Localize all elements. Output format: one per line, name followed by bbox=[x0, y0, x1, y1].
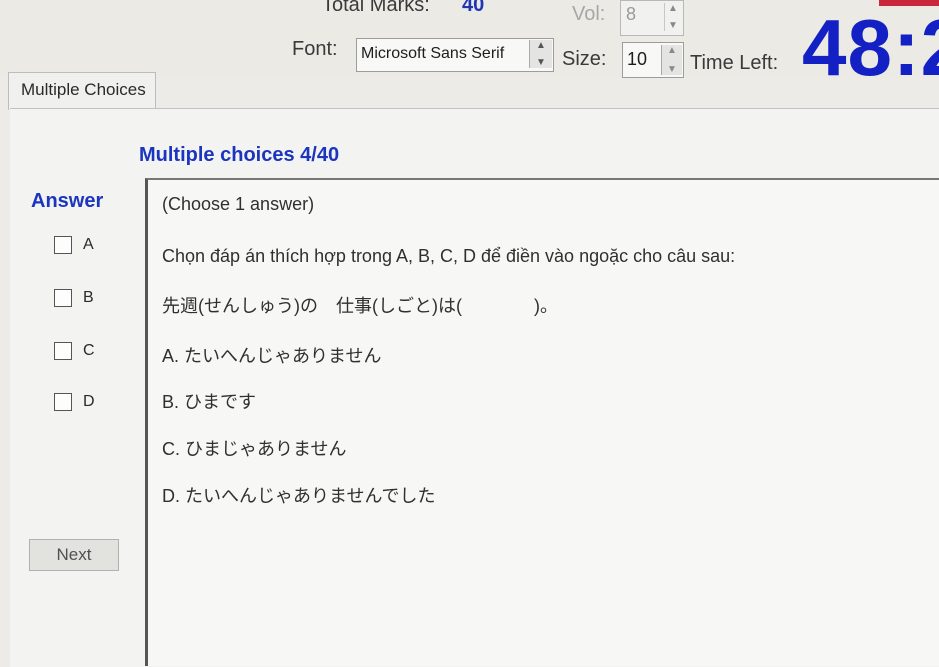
checkbox[interactable] bbox=[54, 342, 72, 360]
answer-option-a[interactable]: A bbox=[54, 235, 94, 255]
chevron-up-icon[interactable]: ▲ bbox=[667, 45, 677, 56]
question-sentence: 先週(せんしゅう)の 仕事(しごと)は( )。 bbox=[162, 296, 558, 316]
answer-option-label: B bbox=[83, 289, 94, 306]
font-spinner[interactable]: ▲ ▼ bbox=[529, 40, 552, 68]
total-marks-value: 40 bbox=[462, 0, 485, 16]
font-select[interactable]: Microsoft Sans Serif ▲ ▼ bbox=[356, 38, 554, 72]
chevron-up-icon[interactable]: ▲ bbox=[536, 40, 546, 51]
toolbar: Total Marks: 40 Vol: 8 ▲ ▼ Font: Microso… bbox=[0, 0, 939, 88]
chevron-down-icon[interactable]: ▼ bbox=[667, 64, 677, 75]
answer-option-label: A bbox=[83, 236, 94, 253]
tab-multiple-choices[interactable]: Multiple Choices bbox=[8, 72, 156, 110]
answer-label: Answer bbox=[31, 190, 104, 212]
volume-label: Vol: bbox=[572, 3, 606, 25]
size-spinbox[interactable]: 10 ▲ ▼ bbox=[622, 42, 684, 78]
volume-value: 8 bbox=[626, 4, 637, 24]
question-heading: Multiple choices 4/40 bbox=[139, 144, 340, 166]
time-left-label: Time Left: bbox=[690, 52, 779, 74]
chevron-up-icon[interactable]: ▲ bbox=[668, 3, 678, 14]
answer-option-b[interactable]: B bbox=[54, 288, 94, 308]
countdown-timer: 48:2 bbox=[802, 3, 939, 92]
choice-text-d: D. たいへんじゃありませんでした bbox=[162, 486, 436, 506]
choice-text-a: A. たいへんじゃありません bbox=[162, 346, 382, 366]
volume-spinbox[interactable]: 8 ▲ ▼ bbox=[620, 0, 684, 36]
total-marks-label: Total Marks: bbox=[322, 0, 430, 16]
checkbox[interactable] bbox=[54, 393, 72, 411]
volume-spinner[interactable]: ▲ ▼ bbox=[664, 3, 681, 31]
size-spinner[interactable]: ▲ ▼ bbox=[661, 45, 682, 75]
answer-option-d[interactable]: D bbox=[54, 392, 95, 412]
choice-text-c: C. ひまじゃありません bbox=[162, 439, 347, 459]
font-label: Font: bbox=[292, 38, 338, 60]
checkbox[interactable] bbox=[54, 289, 72, 307]
chevron-down-icon[interactable]: ▼ bbox=[668, 20, 678, 31]
answer-option-label: C bbox=[83, 342, 95, 359]
choice-text-b: B. ひまです bbox=[162, 392, 257, 412]
font-value: Microsoft Sans Serif bbox=[361, 45, 505, 62]
size-label: Size: bbox=[562, 48, 607, 70]
red-decoration bbox=[879, 0, 939, 6]
checkbox[interactable] bbox=[54, 236, 72, 254]
answer-option-c[interactable]: C bbox=[54, 341, 95, 361]
size-value: 10 bbox=[627, 49, 648, 69]
question-instruction: (Choose 1 answer) bbox=[162, 194, 315, 214]
answer-option-label: D bbox=[83, 393, 95, 410]
chevron-down-icon[interactable]: ▼ bbox=[536, 57, 546, 68]
question-body: (Choose 1 answer) Chọn đáp án thích hợp … bbox=[145, 178, 939, 666]
next-button[interactable]: Next bbox=[29, 539, 119, 571]
question-prompt: Chọn đáp án thích hợp trong A, B, C, D đ… bbox=[162, 246, 736, 266]
